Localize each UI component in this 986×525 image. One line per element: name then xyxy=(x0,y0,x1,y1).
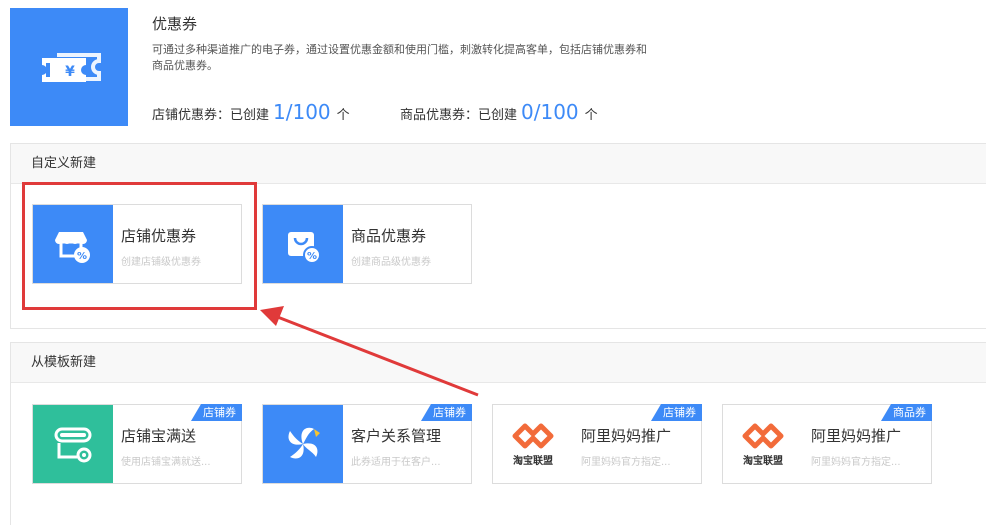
annotation-arrow xyxy=(260,306,479,397)
